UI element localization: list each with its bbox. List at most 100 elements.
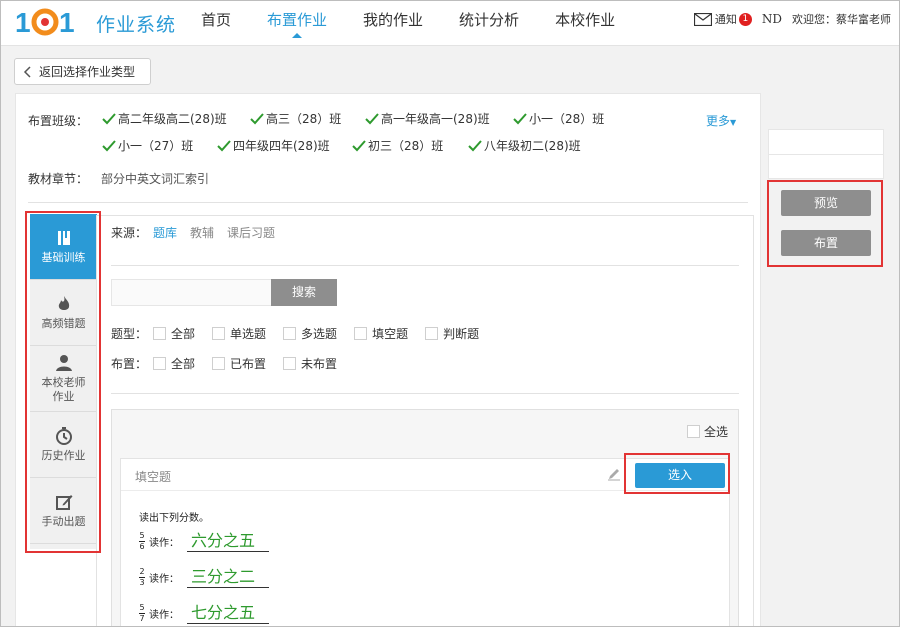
check-icon — [513, 112, 527, 124]
assign-filter-row: 布置： 全部 已布置 未布置 — [111, 355, 354, 372]
tab-label: 手动出题 — [41, 514, 86, 528]
assign-checkbox-all[interactable]: 全部 — [153, 355, 195, 372]
question-content-panel: 来源： 题库 教辅 课后习题 搜索 题型： 全部 单选题 多选题 填空题 判断题… — [96, 215, 754, 626]
assign-checkbox-unassigned[interactable]: 未布置 — [283, 355, 337, 372]
right-action-panel — [768, 129, 884, 179]
class-label: 布置班级： — [28, 114, 89, 128]
tab-basic-training[interactable]: 基础训练 — [30, 214, 102, 280]
caret-down-icon: ▼ — [730, 118, 737, 127]
tab-label: 基础训练 — [41, 250, 86, 264]
read-label: 读作： — [149, 538, 179, 549]
svg-text:1: 1 — [15, 7, 31, 37]
answer-text: 七分之五 — [187, 603, 269, 624]
assign-button[interactable]: 布置 — [781, 230, 871, 256]
class-name: 高三（28）班 — [266, 112, 342, 126]
question-card: 填空题 选入 读出下列分数。 56 读作： 六分之五 23 读作： 三分之二 5… — [120, 458, 730, 626]
pencil-icon[interactable] — [607, 467, 621, 481]
preview-button[interactable]: 预览 — [781, 190, 871, 216]
fraction: 57 — [139, 603, 145, 623]
search-input[interactable] — [111, 279, 271, 306]
source-option-question-bank[interactable]: 题库 — [153, 224, 177, 241]
class-name: 八年级初二(28)班 — [484, 139, 581, 153]
answer-text: 三分之二 — [187, 567, 269, 588]
type-checkbox-fill-blank[interactable]: 填空题 — [354, 325, 408, 342]
top-navigation-bar: 1 1 作业系统 首页 布置作业 我的作业 统计分析 本校作业 通知 1 ND … — [1, 1, 899, 46]
answer-text: 六分之五 — [187, 531, 269, 552]
tab-frequent-errors[interactable]: 高频错题 — [30, 280, 97, 346]
class-checkbox[interactable]: 四年级四年(28)班 — [216, 137, 330, 154]
nav-item-my-homework[interactable]: 我的作业 — [363, 1, 423, 46]
class-checkbox[interactable]: 高一年级高一(28)班 — [364, 110, 490, 127]
logo: 1 1 — [15, 7, 75, 37]
class-checkbox[interactable]: 初三（28）班 — [351, 137, 443, 154]
class-checkbox[interactable]: 小一（28）班 — [512, 110, 604, 127]
svg-text:1: 1 — [59, 7, 75, 37]
tab-label: 本校老师 作业 — [41, 375, 86, 403]
type-filter-row: 题型： 全部 单选题 多选题 填空题 判断题 — [111, 325, 496, 342]
class-checkbox[interactable]: 小一（27）班 — [101, 137, 193, 154]
question-item: 56 读作： 六分之五 — [139, 531, 269, 552]
type-checkbox-multi-choice[interactable]: 多选题 — [283, 325, 337, 342]
select-all-checkbox[interactable]: 全选 — [686, 423, 728, 440]
nav-item-home[interactable]: 首页 — [201, 1, 231, 46]
source-option-after-class[interactable]: 课后习题 — [227, 224, 275, 241]
mail-icon[interactable] — [693, 12, 712, 26]
type-checkbox-true-false[interactable]: 判断题 — [425, 325, 479, 342]
source-filter: 来源： 题库 教辅 课后习题 — [111, 224, 288, 241]
pick-question-button[interactable]: 选入 — [635, 463, 725, 488]
divider — [28, 202, 748, 203]
main-nav: 首页 布置作业 我的作业 统计分析 本校作业 — [201, 1, 651, 46]
header-user-area: 通知 1 ND 欢迎您：蔡华富老师 — [693, 11, 891, 27]
class-name: 小一（27）班 — [118, 139, 194, 153]
chapter-value[interactable]: 部分中英文词汇索引 — [101, 170, 209, 187]
question-list: 全选 填空题 选入 读出下列分数。 56 读作： 六分之五 2 3 读作： 三分… — [111, 409, 739, 626]
tab-label: 高频错题 — [41, 316, 86, 330]
fraction: 56 — [139, 531, 145, 551]
more-classes-link[interactable]: 更多▼ — [706, 112, 736, 129]
notice-count-badge: 1 — [738, 12, 752, 26]
select-all-label: 全选 — [703, 425, 728, 439]
clock-icon — [55, 426, 72, 445]
nav-item-statistics[interactable]: 统计分析 — [459, 1, 519, 46]
book-icon — [57, 230, 70, 245]
tab-school-teacher-homework[interactable]: 本校老师 作业 — [30, 346, 97, 412]
assign-checkbox-assigned[interactable]: 已布置 — [212, 355, 266, 372]
notice-label[interactable]: 通知 — [715, 11, 737, 27]
tab-manual-question[interactable]: 手动出题 — [30, 478, 97, 544]
source-label: 来源： — [111, 226, 148, 240]
check-icon — [352, 139, 366, 151]
divider — [111, 393, 739, 394]
class-checkbox[interactable]: 高三（28）班 — [249, 110, 341, 127]
person-icon — [55, 354, 72, 371]
question-item: 57 读作： 七分之五 — [139, 603, 269, 624]
divider — [111, 265, 739, 266]
back-to-type-button[interactable]: 返回选择作业类型 — [14, 58, 151, 85]
read-label: 读作： — [149, 610, 179, 621]
class-name: 高一年级高一(28)班 — [381, 112, 490, 126]
class-name: 高二年级高二(28)班 — [118, 112, 227, 126]
tab-label: 历史作业 — [41, 448, 86, 462]
read-label: 读作： — [149, 574, 179, 585]
type-checkbox-single-choice[interactable]: 单选题 — [212, 325, 266, 342]
welcome-text: 欢迎您：蔡华富老师 — [792, 13, 891, 26]
question-stem: 读出下列分数。 — [139, 513, 209, 524]
class-checkbox[interactable]: 八年级初二(28)班 — [467, 137, 581, 154]
app-window: 1 1 作业系统 首页 布置作业 我的作业 统计分析 本校作业 通知 1 ND … — [0, 0, 900, 627]
question-card-header: 填空题 选入 — [121, 459, 729, 491]
source-option-tutorial[interactable]: 教辅 — [190, 224, 214, 241]
assign-filter-label: 布置： — [111, 357, 148, 371]
check-icon — [102, 139, 116, 151]
nav-item-school-homework[interactable]: 本校作业 — [555, 1, 615, 46]
question-type-label: 填空题 — [135, 470, 172, 484]
search-button[interactable]: 搜索 — [271, 279, 337, 306]
check-icon — [102, 112, 116, 124]
nav-item-assign-homework[interactable]: 布置作业 — [267, 1, 327, 46]
flame-icon — [58, 295, 69, 310]
question-item: 23 读作： 三分之二 — [139, 567, 269, 588]
system-title: 作业系统 — [96, 14, 177, 36]
tab-history-homework[interactable]: 历史作业 — [30, 412, 97, 478]
back-button-label: 返回选择作业类型 — [39, 65, 136, 79]
more-label: 更多 — [706, 114, 731, 128]
class-checkbox[interactable]: 高二年级高二(28)班 — [101, 110, 227, 127]
type-checkbox-all[interactable]: 全部 — [153, 325, 195, 342]
